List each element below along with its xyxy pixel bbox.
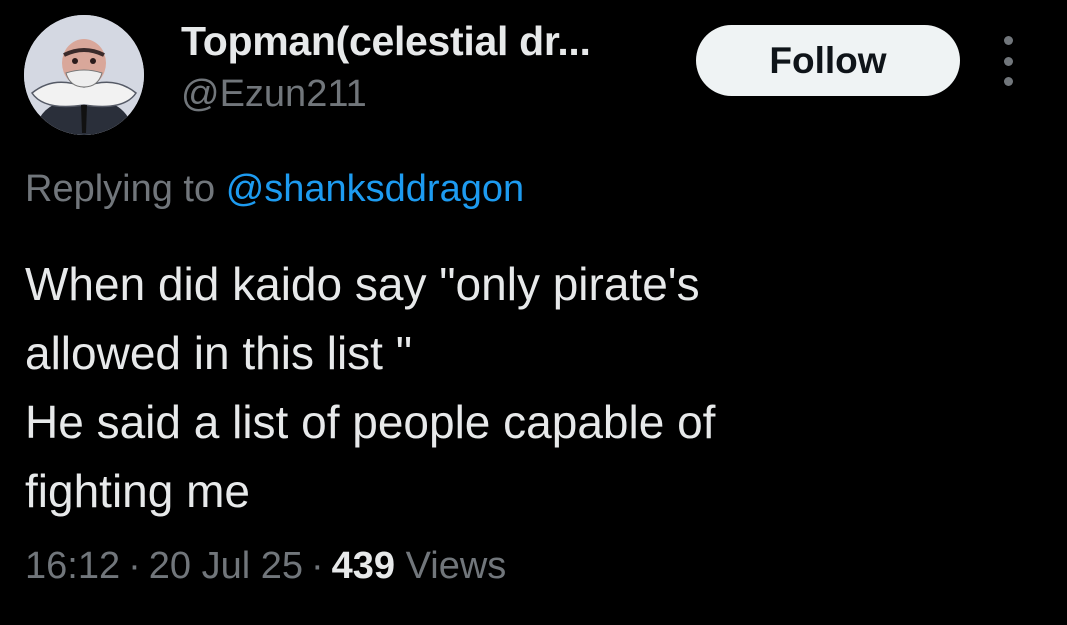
author-avatar[interactable] [24,15,144,135]
tweet: Topman(celestial dr... @Ezun211 Follow R… [0,0,1067,625]
tweet-text-line: allowed in this list " [25,327,413,379]
tweet-text: When did kaido say "only pirate's allowe… [25,250,1035,526]
reply-context: Replying to @shanksddragon [25,168,524,211]
tweet-text-line: fighting me [25,465,251,517]
anime-character-avatar-icon [24,15,144,135]
more-dot-icon [1003,56,1013,66]
author-display-name[interactable]: Topman(celestial dr... [181,18,591,65]
more-options-icon[interactable] [990,36,1026,86]
tweet-text-line: He said a list of people capable of [25,396,716,448]
meta-separator: · [310,545,324,587]
tweet-text-line: When did kaido say "only pirate's [25,258,700,310]
reply-prefix: Replying to [25,168,216,210]
views-label[interactable]: Views [406,545,507,587]
views-count[interactable]: 439 [332,545,395,587]
follow-button[interactable]: Follow [696,25,960,96]
reply-mention-link[interactable]: @shanksddragon [226,168,524,210]
tweet-time[interactable]: 16:12 [25,545,120,587]
tweet-meta: 16:12 · 20 Jul 25 · 439 Views [25,545,506,588]
meta-separator: · [128,545,141,587]
more-dot-icon [1003,77,1013,86]
more-dot-icon [1003,36,1013,45]
author-handle[interactable]: @Ezun211 [181,73,367,116]
tweet-date[interactable]: 20 Jul 25 [149,545,303,587]
